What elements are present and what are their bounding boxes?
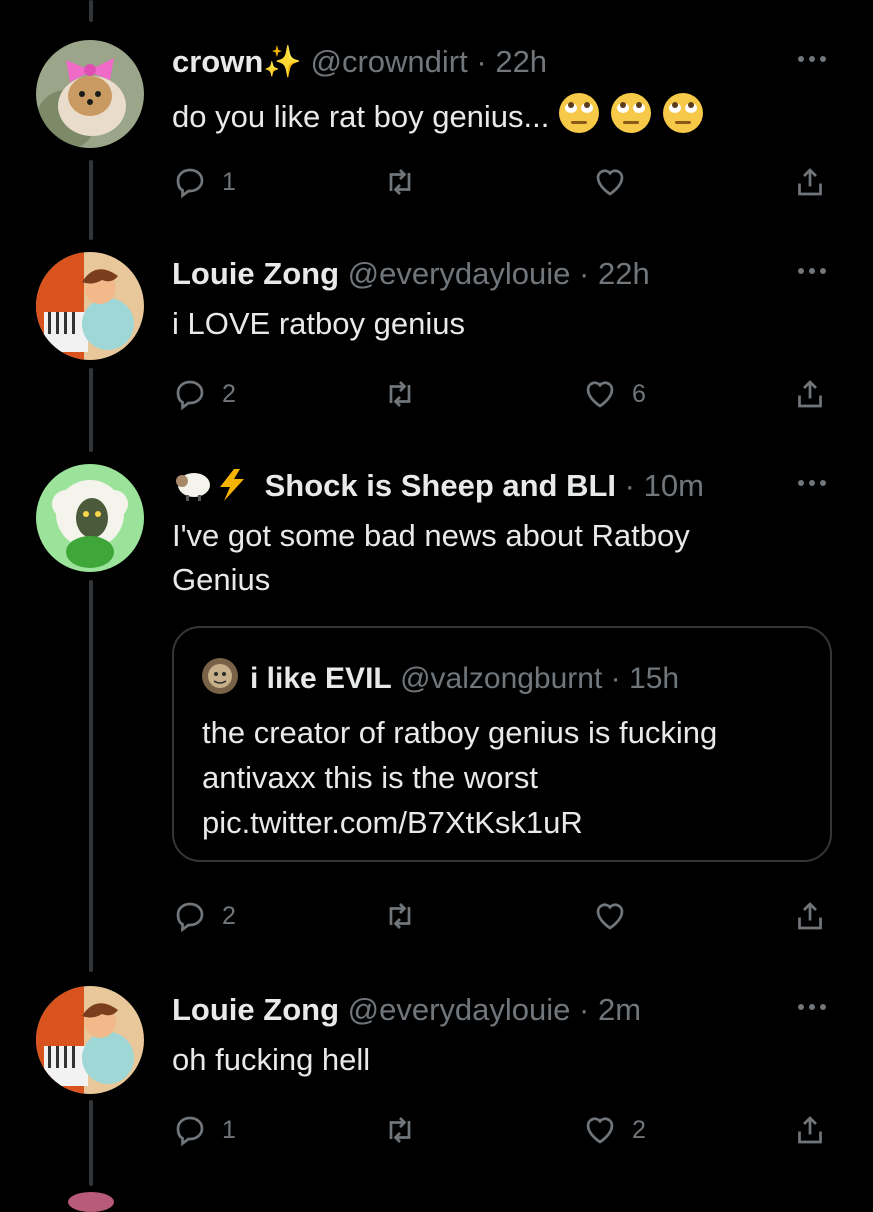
avatar[interactable]: [36, 464, 144, 572]
thread-line: [89, 580, 93, 972]
reply-count: 1: [222, 1115, 236, 1144]
quoted-tweet-header: i like EVIL @valzongburnt · 15h: [202, 658, 679, 699]
retweet-button[interactable]: [382, 162, 432, 202]
like-icon: [596, 169, 624, 196]
like-button[interactable]: [592, 162, 642, 202]
retweet-icon: [389, 903, 411, 929]
name-emoji-prefix: [172, 468, 265, 503]
share-icon: [798, 902, 822, 930]
thread-line: [89, 1100, 93, 1186]
share-icon: [798, 1116, 822, 1144]
separator-dot: ·: [610, 662, 621, 695]
thread-line: [89, 368, 93, 452]
display-name[interactable]: crown✨: [172, 44, 302, 79]
display-name[interactable]: Shock is Sheep and BLI: [265, 468, 616, 503]
retweet-button[interactable]: [382, 1110, 432, 1150]
user-handle[interactable]: @everydaylouie: [348, 256, 571, 291]
retweet-icon: [389, 1117, 411, 1143]
avatar-pianist-image: [36, 986, 144, 1094]
avatar-dog-image: [36, 40, 144, 148]
reply-button[interactable]: 1: [172, 1110, 236, 1150]
more-icon[interactable]: [790, 992, 834, 1022]
reply-button[interactable]: 2: [172, 896, 236, 936]
tweet-text: I've got some bad news about Ratboy Geni…: [172, 518, 690, 597]
more-icon[interactable]: [790, 468, 834, 498]
timestamp[interactable]: 10m: [644, 468, 704, 503]
thread-line: [89, 0, 93, 22]
share-button[interactable]: [792, 896, 828, 936]
display-name[interactable]: Louie Zong: [172, 256, 339, 291]
retweet-icon: [389, 381, 411, 407]
tweet-text: oh fucking hell: [172, 1042, 371, 1077]
quoted-avatar[interactable]: [202, 658, 238, 694]
retweet-icon: [389, 169, 411, 195]
avatar[interactable]: [36, 252, 144, 360]
reply-count: 2: [222, 379, 236, 408]
tweet-header: Louie Zong @everydaylouie · 2m: [172, 990, 641, 1030]
more-icon[interactable]: [790, 44, 834, 74]
tweet-text-content: do you like rat boy genius...: [172, 99, 550, 134]
retweet-button[interactable]: [382, 896, 432, 936]
retweet-button[interactable]: [382, 374, 432, 414]
share-button[interactable]: [792, 1110, 828, 1150]
tweet-text: do you like rat boy genius...: [172, 92, 812, 146]
like-icon: [596, 903, 624, 930]
sheep-lightning-icon: [176, 469, 244, 501]
share-icon: [798, 168, 822, 196]
like-button[interactable]: 2: [582, 1110, 646, 1150]
user-handle[interactable]: @everydaylouie: [348, 992, 571, 1027]
like-icon: [586, 1117, 614, 1144]
avatar[interactable]: [36, 40, 144, 148]
share-button[interactable]: [792, 162, 828, 202]
next-avatar-edge: [68, 1192, 114, 1212]
quoted-display-name[interactable]: i like EVIL: [250, 662, 392, 695]
reply-icon: [176, 380, 204, 411]
display-name[interactable]: Louie Zong: [172, 992, 339, 1027]
quoted-avatar-image: [202, 658, 238, 694]
like-button[interactable]: [592, 896, 642, 936]
reply-button[interactable]: 2: [172, 374, 236, 414]
like-count: 6: [632, 379, 646, 408]
tweet-header: Shock is Sheep and BLI · 10m: [172, 466, 772, 506]
avatar-pianist-image: [36, 252, 144, 360]
user-handle[interactable]: @crowndirt: [311, 44, 468, 79]
avatar[interactable]: [36, 986, 144, 1094]
separator-dot: ·: [624, 468, 635, 503]
tweet-text: i LOVE ratboy genius: [172, 306, 465, 341]
like-icon: [586, 381, 614, 408]
reply-count: 2: [222, 901, 236, 930]
share-button[interactable]: [792, 374, 828, 414]
action-bar: 1: [172, 162, 842, 202]
timestamp[interactable]: 22h: [598, 256, 650, 291]
separator-dot: ·: [476, 44, 487, 79]
like-count: 2: [632, 1115, 646, 1144]
timestamp[interactable]: 2m: [598, 992, 641, 1027]
quoted-user-handle[interactable]: @valzongburnt: [400, 662, 602, 695]
reply-icon: [176, 902, 204, 933]
more-icon[interactable]: [790, 256, 834, 286]
reply-icon: [176, 168, 204, 199]
reply-icon: [176, 1116, 204, 1147]
thread-line: [89, 160, 93, 240]
share-icon: [798, 380, 822, 408]
separator-dot: ·: [579, 992, 590, 1027]
action-bar: 2: [172, 896, 842, 936]
quoted-timestamp[interactable]: 15h: [629, 662, 679, 695]
like-button[interactable]: 6: [582, 374, 646, 414]
reply-count: 1: [222, 167, 236, 196]
tweet-header: crown✨ @crowndirt · 22h: [172, 42, 547, 82]
quoted-tweet-text: the creator of ratboy genius is fucking …: [202, 715, 718, 840]
tweet-header: Louie Zong @everydaylouie · 22h: [172, 254, 650, 294]
action-bar: 1 2: [172, 1110, 842, 1150]
avatar-sheep-image: [36, 464, 144, 572]
separator-dot: ·: [579, 256, 590, 291]
reply-button[interactable]: 1: [172, 162, 236, 202]
timestamp[interactable]: 22h: [495, 44, 547, 79]
quoted-tweet[interactable]: i like EVIL @valzongburnt · 15h the crea…: [172, 626, 832, 862]
action-bar: 2 6: [172, 374, 842, 414]
eye-roll-emoji-icon: [558, 92, 708, 146]
